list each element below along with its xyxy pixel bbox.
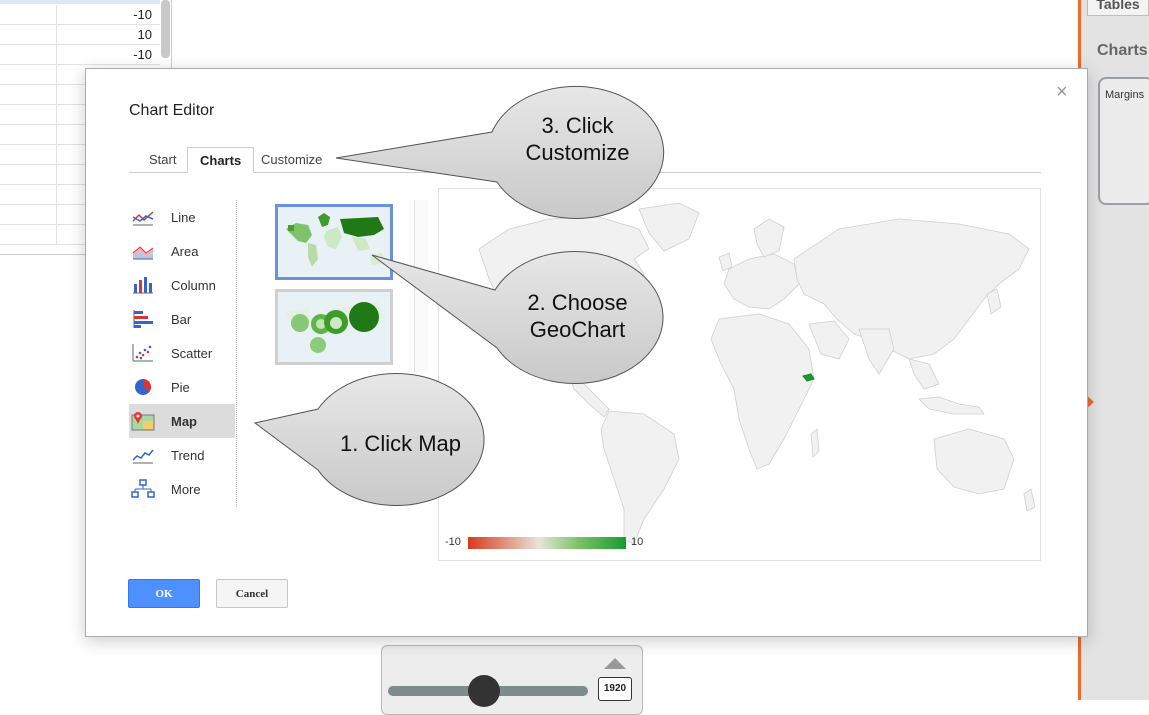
legend-min-label: -10 bbox=[445, 536, 461, 548]
chart-type-column[interactable]: Column bbox=[129, 268, 235, 302]
year-value: 1920 bbox=[598, 677, 632, 701]
trend-chart-icon bbox=[131, 445, 155, 465]
callout-text-2: 2. Choose GeoChart bbox=[495, 289, 660, 343]
close-icon[interactable]: × bbox=[1056, 81, 1068, 104]
tab-charts[interactable]: Charts bbox=[187, 147, 255, 173]
geochart-thumbnail[interactable] bbox=[275, 204, 393, 280]
sheet-header-row bbox=[0, 0, 160, 4]
chart-type-list: Line Area Column Bar Scatter Pie Map Tre… bbox=[129, 200, 237, 506]
dialog-title: Chart Editor bbox=[129, 102, 215, 119]
chart-name-label: Chart nan bbox=[443, 157, 496, 171]
ok-button[interactable]: OK bbox=[128, 579, 200, 608]
cancel-button[interactable]: Cancel bbox=[216, 579, 288, 608]
chart-type-label: Scatter bbox=[171, 345, 213, 361]
chart-type-pie[interactable]: Pie bbox=[129, 370, 235, 404]
bar-chart-icon bbox=[131, 309, 155, 329]
callout-line: Customize bbox=[525, 140, 630, 165]
sheet-cell[interactable]: -10 bbox=[58, 45, 158, 64]
sheet-cell[interactable]: -10 bbox=[58, 5, 158, 24]
chart-type-label: Area bbox=[171, 243, 199, 259]
thumbnail-scrollbar[interactable] bbox=[414, 200, 428, 372]
table-row[interactable]: -10 bbox=[0, 5, 160, 25]
callout-line: 1. Click Map bbox=[339, 431, 462, 456]
bubble-map-thumbnail[interactable] bbox=[275, 289, 393, 365]
slider-thumb[interactable] bbox=[468, 675, 500, 707]
chart-type-label: Trend bbox=[171, 447, 205, 463]
year-slider-widget: 1920 bbox=[381, 645, 643, 715]
more-chart-icon bbox=[131, 479, 155, 499]
legend-color-scale bbox=[468, 537, 626, 549]
chart-type-bar[interactable]: Bar bbox=[129, 302, 235, 336]
sheet-cell[interactable]: 10 bbox=[58, 25, 158, 44]
geochart-preview[interactable]: -10 10 bbox=[438, 188, 1041, 561]
tab-customize[interactable]: Customize bbox=[249, 147, 334, 173]
chart-type-label: Pie bbox=[171, 379, 190, 395]
charts-heading: Charts bbox=[1097, 42, 1148, 59]
chart-type-line[interactable]: Line bbox=[129, 200, 235, 234]
callout-text-3: 3. Click Customize bbox=[495, 112, 660, 166]
type-list-divider bbox=[236, 200, 237, 507]
right-side-panel: Tables Charts Margins bbox=[1078, 0, 1149, 700]
map-chart-icon bbox=[131, 411, 155, 431]
callout-line: 3. Click bbox=[541, 113, 614, 138]
chart-type-area[interactable]: Area bbox=[129, 234, 235, 268]
chart-type-label: Column bbox=[171, 277, 216, 293]
chart-type-label: More bbox=[171, 481, 201, 497]
chart-type-label: Line bbox=[171, 209, 196, 225]
callout-text-1: 1. Click Map bbox=[318, 430, 483, 457]
triangle-up-icon[interactable] bbox=[604, 658, 626, 669]
table-row[interactable]: -10 bbox=[0, 45, 160, 65]
callout-line: 2. Choose bbox=[527, 290, 628, 315]
chart-type-label: Bar bbox=[171, 311, 192, 327]
tab-start[interactable]: Start bbox=[137, 147, 188, 173]
pie-chart-icon bbox=[131, 377, 155, 397]
chart-type-map[interactable]: Map bbox=[129, 404, 235, 438]
line-chart-icon bbox=[131, 207, 155, 227]
column-chart-icon bbox=[131, 275, 155, 295]
tables-tab[interactable]: Tables bbox=[1087, 0, 1149, 16]
area-chart-icon bbox=[131, 241, 155, 261]
chart-type-label: Map bbox=[171, 413, 197, 429]
world-map bbox=[478, 202, 1036, 545]
legend-max-label: 10 bbox=[631, 536, 644, 548]
chart-type-trend[interactable]: Trend bbox=[129, 438, 235, 472]
callout-line: GeoChart bbox=[529, 317, 626, 342]
sheet-scrollbar[interactable] bbox=[161, 0, 170, 58]
margins-label: Margins bbox=[1105, 89, 1145, 101]
chart-type-scatter[interactable]: Scatter bbox=[129, 336, 235, 370]
table-row[interactable]: 10 bbox=[0, 25, 160, 45]
scatter-chart-icon bbox=[131, 343, 155, 363]
chart-type-more[interactable]: More bbox=[129, 472, 235, 506]
chart-card[interactable]: Margins bbox=[1098, 77, 1149, 205]
